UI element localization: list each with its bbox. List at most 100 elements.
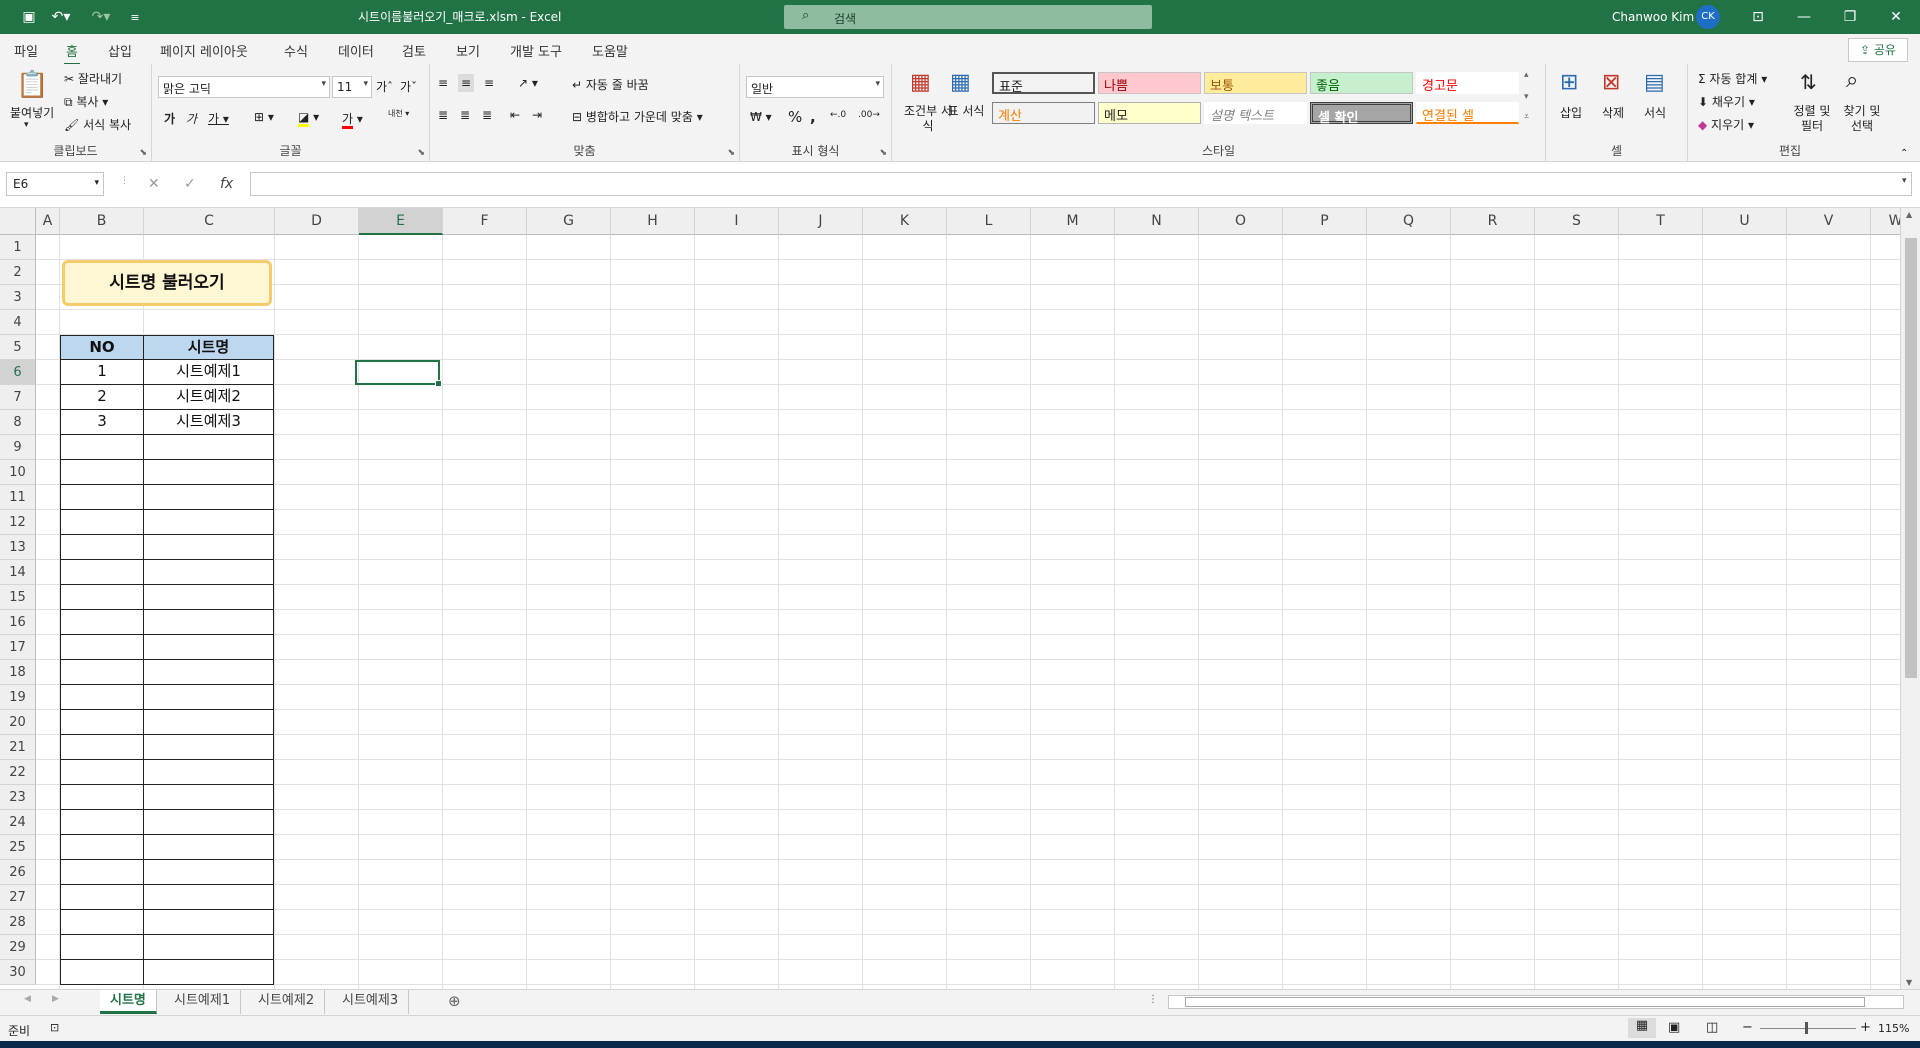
zoom-slider[interactable]: [1760, 1028, 1856, 1029]
vertical-scrollbar[interactable]: ▲ ▼: [1900, 208, 1920, 989]
split-handle-icon[interactable]: ⋮: [1148, 994, 1158, 1005]
increase-indent-icon[interactable]: ⇥: [532, 108, 542, 122]
italic-button[interactable]: 가: [186, 110, 197, 127]
empty-table-cell[interactable]: [143, 460, 274, 485]
align-center-icon[interactable]: ≣: [460, 108, 470, 122]
empty-table-cell[interactable]: [60, 810, 144, 835]
menu-review[interactable]: 검토: [402, 41, 426, 60]
row-header[interactable]: 28: [0, 910, 36, 935]
empty-table-cell[interactable]: [143, 560, 274, 585]
autosum-button[interactable]: Σ 자동 합계 ▾: [1698, 70, 1767, 87]
empty-table-cell[interactable]: [60, 560, 144, 585]
menu-home[interactable]: 홈: [64, 41, 80, 65]
ribbon-display-options-icon[interactable]: ⊡: [1738, 4, 1778, 30]
empty-table-cell[interactable]: [143, 785, 274, 810]
underline-button[interactable]: 가 ▾: [208, 110, 229, 127]
customize-quick-access-icon[interactable]: ≡: [126, 6, 144, 28]
macro-record-icon[interactable]: ⊡: [50, 1021, 59, 1034]
style-bad[interactable]: 나쁨: [1098, 72, 1201, 94]
column-header[interactable]: A: [36, 208, 60, 235]
empty-table-cell[interactable]: [143, 835, 274, 860]
menu-insert[interactable]: 삽입: [108, 41, 132, 60]
title-box[interactable]: 시트명 불러오기: [62, 260, 272, 306]
increase-decimal-icon[interactable]: ←.0: [830, 110, 846, 120]
menu-formulas[interactable]: 수식: [284, 41, 308, 60]
row-header[interactable]: 17: [0, 635, 36, 660]
column-header[interactable]: G: [527, 208, 611, 235]
zoom-slider-thumb[interactable]: [1805, 1022, 1808, 1034]
column-header[interactable]: E: [359, 208, 443, 235]
horizontal-scroll-thumb[interactable]: [1185, 997, 1865, 1007]
column-header[interactable]: M: [1031, 208, 1115, 235]
name-box[interactable]: E6 ▾: [6, 172, 104, 196]
paste-button[interactable]: 붙여넣기: [10, 104, 54, 121]
empty-table-cell[interactable]: [143, 535, 274, 560]
zoom-in-icon[interactable]: +: [1860, 1020, 1871, 1035]
column-header[interactable]: R: [1451, 208, 1535, 235]
row-header[interactable]: 23: [0, 785, 36, 810]
find-select-icon[interactable]: ⌕: [1846, 68, 1858, 93]
empty-table-cell[interactable]: [60, 785, 144, 810]
align-bottom-icon[interactable]: ≡: [484, 76, 494, 90]
empty-table-cell[interactable]: [60, 960, 144, 985]
minimize-button[interactable]: —: [1784, 4, 1824, 30]
style-neutral[interactable]: 보통: [1204, 72, 1307, 94]
style-calculation[interactable]: 계산: [992, 102, 1095, 124]
align-left-icon[interactable]: ≣: [438, 108, 448, 122]
format-painter-button[interactable]: 🖌 서식 복사: [64, 116, 131, 133]
dialog-launcher-icon[interactable]: ⬊: [417, 148, 425, 158]
dialog-launcher-icon[interactable]: ⬊: [139, 148, 147, 158]
menu-data[interactable]: 데이터: [338, 41, 374, 60]
row-header[interactable]: 19: [0, 685, 36, 710]
style-normal[interactable]: 표준: [992, 72, 1095, 95]
insert-cells-button[interactable]: 삽입: [1560, 104, 1582, 121]
dialog-launcher-icon[interactable]: ⬊: [879, 148, 887, 158]
table-header-sheetname[interactable]: 시트명: [143, 335, 274, 360]
column-header[interactable]: C: [144, 208, 275, 235]
formula-input[interactable]: [250, 172, 1912, 196]
close-button[interactable]: ✕: [1876, 4, 1916, 30]
align-right-icon[interactable]: ≣: [482, 108, 492, 122]
save-icon[interactable]: ▣: [18, 6, 40, 28]
table-cell-no[interactable]: 2: [60, 385, 144, 410]
empty-table-cell[interactable]: [60, 885, 144, 910]
row-header[interactable]: 16: [0, 610, 36, 635]
number-format-select[interactable]: 일반 ▾: [746, 76, 884, 98]
enter-icon[interactable]: ✓: [184, 176, 196, 192]
empty-table-cell[interactable]: [60, 860, 144, 885]
font-color-icon[interactable]: 가 ▾: [342, 110, 363, 129]
fill-button[interactable]: ⬇ 채우기 ▾: [1698, 93, 1755, 110]
user-name[interactable]: Chanwoo Kim: [1612, 10, 1694, 24]
column-header[interactable]: H: [611, 208, 695, 235]
table-cell-no[interactable]: 1: [60, 360, 144, 385]
sheet-tab[interactable]: 시트예제3: [332, 990, 410, 1014]
style-note[interactable]: 메모: [1098, 102, 1201, 124]
row-header[interactable]: 26: [0, 860, 36, 885]
scroll-up-icon[interactable]: ▲: [1906, 210, 1912, 219]
comma-icon[interactable]: ,: [810, 108, 816, 126]
sheet-tab[interactable]: 시트예제1: [164, 990, 242, 1014]
empty-table-cell[interactable]: [60, 635, 144, 660]
select-all-corner[interactable]: [0, 208, 36, 235]
increase-font-icon[interactable]: 가ˆ: [376, 78, 393, 95]
row-header[interactable]: 3: [0, 285, 36, 310]
column-header[interactable]: Q: [1367, 208, 1451, 235]
empty-table-cell[interactable]: [143, 635, 274, 660]
vertical-scroll-thumb[interactable]: [1905, 238, 1917, 678]
empty-table-cell[interactable]: [60, 485, 144, 510]
sheet-tab[interactable]: 시트명: [100, 990, 157, 1014]
format-cells-button[interactable]: 서식: [1644, 104, 1666, 121]
style-linked-cell[interactable]: 연결된 셀: [1416, 102, 1519, 124]
column-header[interactable]: V: [1787, 208, 1871, 235]
empty-table-cell[interactable]: [143, 810, 274, 835]
page-break-view-icon[interactable]: ◫: [1706, 1020, 1718, 1035]
style-explanatory[interactable]: 설명 텍스트: [1204, 102, 1307, 124]
accounting-format-icon[interactable]: ₩ ▾: [750, 110, 772, 124]
orientation-icon[interactable]: ↗ ▾: [518, 76, 538, 90]
row-header[interactable]: 29: [0, 935, 36, 960]
menu-help[interactable]: 도움말: [592, 41, 628, 60]
phonetic-icon[interactable]: 내천 ▾: [388, 108, 409, 119]
row-header[interactable]: 4: [0, 310, 36, 335]
empty-table-cell[interactable]: [143, 660, 274, 685]
align-middle-icon[interactable]: ≡: [458, 74, 475, 92]
